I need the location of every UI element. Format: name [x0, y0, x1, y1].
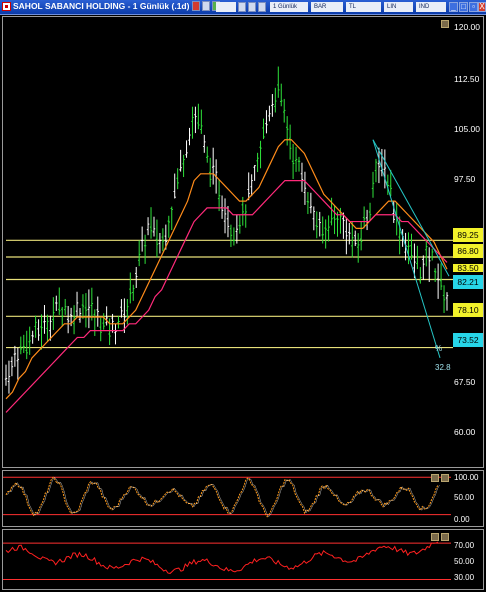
panel-menu-icon[interactable] [431, 474, 439, 482]
axis-label: 70.00 [454, 541, 475, 550]
oscillator-chart-2[interactable] [3, 530, 483, 589]
axis-label: 112.50 [454, 74, 480, 84]
axis-label: 0.00 [454, 515, 470, 524]
last-price-box: 82.21 [453, 275, 483, 289]
level-price-box: 89.25 [453, 228, 483, 242]
minimize-button[interactable]: _ [449, 2, 458, 12]
axis-label: 50.00 [454, 557, 475, 566]
oscillator-panel-1[interactable]: 100.00 50.00 0.00 [2, 470, 484, 527]
moving-average-fast [5, 139, 448, 400]
panel-menu-icon[interactable] [441, 20, 449, 28]
tool-refresh-icon[interactable] [248, 2, 256, 12]
tab-scale[interactable]: LIN [384, 2, 413, 12]
axis-label: 60.00 [454, 427, 476, 437]
axis-label: 100.00 [454, 473, 479, 482]
restore-button[interactable]: ▫ [469, 2, 478, 12]
tool-settings-icon[interactable] [258, 2, 266, 12]
oscillator-line-1 [5, 476, 439, 518]
oscillator-chart-1[interactable] [3, 471, 483, 526]
title-bar: SAHOL SABANCI HOLDING - 1 Günlük (.1d) 1… [0, 0, 486, 15]
close-button[interactable]: X [478, 2, 486, 12]
level-price-box: 73.52 [453, 333, 483, 347]
tab-period[interactable]: 1 Günlük [270, 2, 308, 12]
oscillator-signal-line-1 [7, 476, 440, 518]
oscillator-line-2 [5, 541, 439, 574]
moving-average-slow [5, 180, 448, 413]
tool-cross-icon[interactable] [192, 1, 200, 11]
percent-label: % [435, 344, 443, 353]
panel-menu-icon[interactable] [431, 533, 439, 541]
axis-label: 50.00 [454, 493, 475, 502]
level-price-box: 86.80 [453, 244, 483, 258]
projection-label: 32.8 [435, 363, 451, 372]
tab-currency[interactable]: TL [346, 2, 381, 12]
axis-label: 105.00 [454, 124, 480, 134]
axis-label: 97.50 [454, 174, 476, 184]
level-price-box: 78.10 [453, 303, 483, 317]
window-title: SAHOL SABANCI HOLDING - 1 Günlük (.1d) [13, 1, 190, 11]
maximize-button[interactable]: □ [459, 2, 468, 12]
axis-label: 30.00 [454, 573, 475, 582]
template-dropdown[interactable] [216, 2, 236, 12]
tool-cursor-icon[interactable] [202, 1, 210, 11]
tab-bar[interactable]: BAR [311, 2, 343, 12]
app-icon [2, 2, 11, 11]
axis-label: 120.00 [454, 22, 480, 32]
panel-close-icon[interactable] [441, 533, 449, 541]
tool-zoom-icon[interactable] [238, 2, 246, 12]
tab-indicators[interactable]: IND [416, 2, 446, 12]
price-chart[interactable] [3, 17, 483, 467]
oscillator-panel-2[interactable]: 70.00 50.00 30.00 [2, 529, 484, 590]
panel-close-icon[interactable] [441, 474, 449, 482]
trend-line-lower [372, 139, 441, 359]
axis-label: 67.50 [454, 377, 476, 387]
price-chart-panel[interactable]: 120.00 112.50 105.00 97.50 67.50 60.00 8… [2, 16, 484, 468]
level-price-box: 83.50 [453, 264, 483, 272]
